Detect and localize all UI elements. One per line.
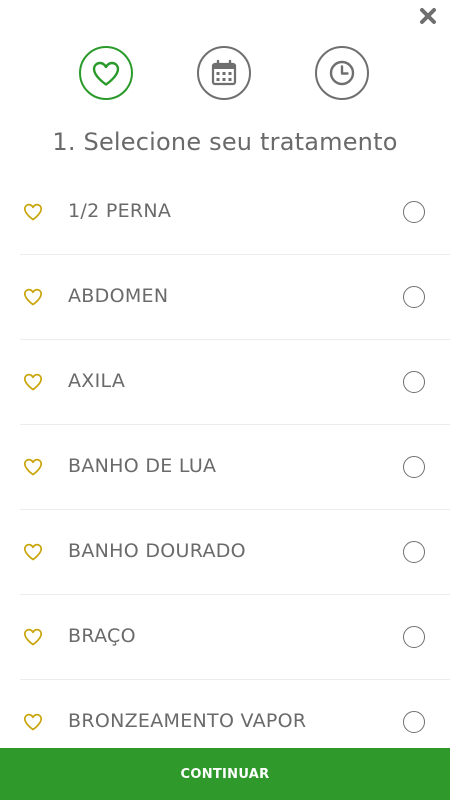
page-title: 1. Selecione seu tratamento (52, 128, 398, 156)
treatment-item[interactable]: BRAÇO (0, 595, 450, 680)
treatment-radio[interactable] (403, 541, 425, 563)
heart-outline-icon (23, 373, 43, 391)
treatment-label: BRONZEAMENTO VAPOR (68, 710, 307, 732)
heart-outline-icon (23, 458, 43, 476)
treatment-label: BANHO DOURADO (68, 540, 246, 562)
treatment-item[interactable]: BANHO DE LUA (0, 425, 450, 510)
step-time[interactable] (315, 46, 369, 100)
step-indicator (0, 46, 450, 102)
clock-icon (329, 60, 355, 86)
treatment-item[interactable]: AXILA (0, 340, 450, 425)
treatment-label: 1/2 PERNA (68, 200, 172, 222)
treatment-label: AXILA (68, 370, 126, 392)
step-date[interactable] (197, 46, 251, 100)
treatment-label: ABDOMEN (68, 285, 169, 307)
close-x-icon (420, 8, 436, 24)
treatment-radio[interactable] (403, 711, 425, 733)
heart-outline-icon (23, 713, 43, 731)
treatment-radio[interactable] (403, 371, 425, 393)
treatment-radio[interactable] (403, 626, 425, 648)
calendar-icon (211, 59, 237, 86)
treatment-item[interactable]: ABDOMEN (0, 255, 450, 340)
treatment-selection-screen: 1. Selecione seu tratamento 1/2 PERNA AB… (0, 0, 450, 800)
heart-outline-icon (23, 203, 43, 221)
close-button[interactable] (418, 6, 438, 26)
continue-button[interactable]: CONTINUAR (0, 748, 450, 800)
heart-outline-icon (23, 543, 43, 561)
heart-icon (92, 61, 120, 86)
treatment-radio[interactable] (403, 201, 425, 223)
treatment-radio[interactable] (403, 456, 425, 478)
treatment-list: 1/2 PERNA ABDOMEN AXILA BANHO DE LUA BAN… (0, 170, 450, 765)
step-treatment[interactable] (79, 46, 133, 100)
continue-button-label: CONTINUAR (180, 766, 270, 782)
treatment-item[interactable]: 1/2 PERNA (0, 170, 450, 255)
treatment-label: BANHO DE LUA (68, 455, 217, 477)
treatment-label: BRAÇO (68, 625, 136, 647)
treatment-item[interactable]: BANHO DOURADO (0, 510, 450, 595)
heart-outline-icon (23, 628, 43, 646)
heart-outline-icon (23, 288, 43, 306)
treatment-radio[interactable] (403, 286, 425, 308)
